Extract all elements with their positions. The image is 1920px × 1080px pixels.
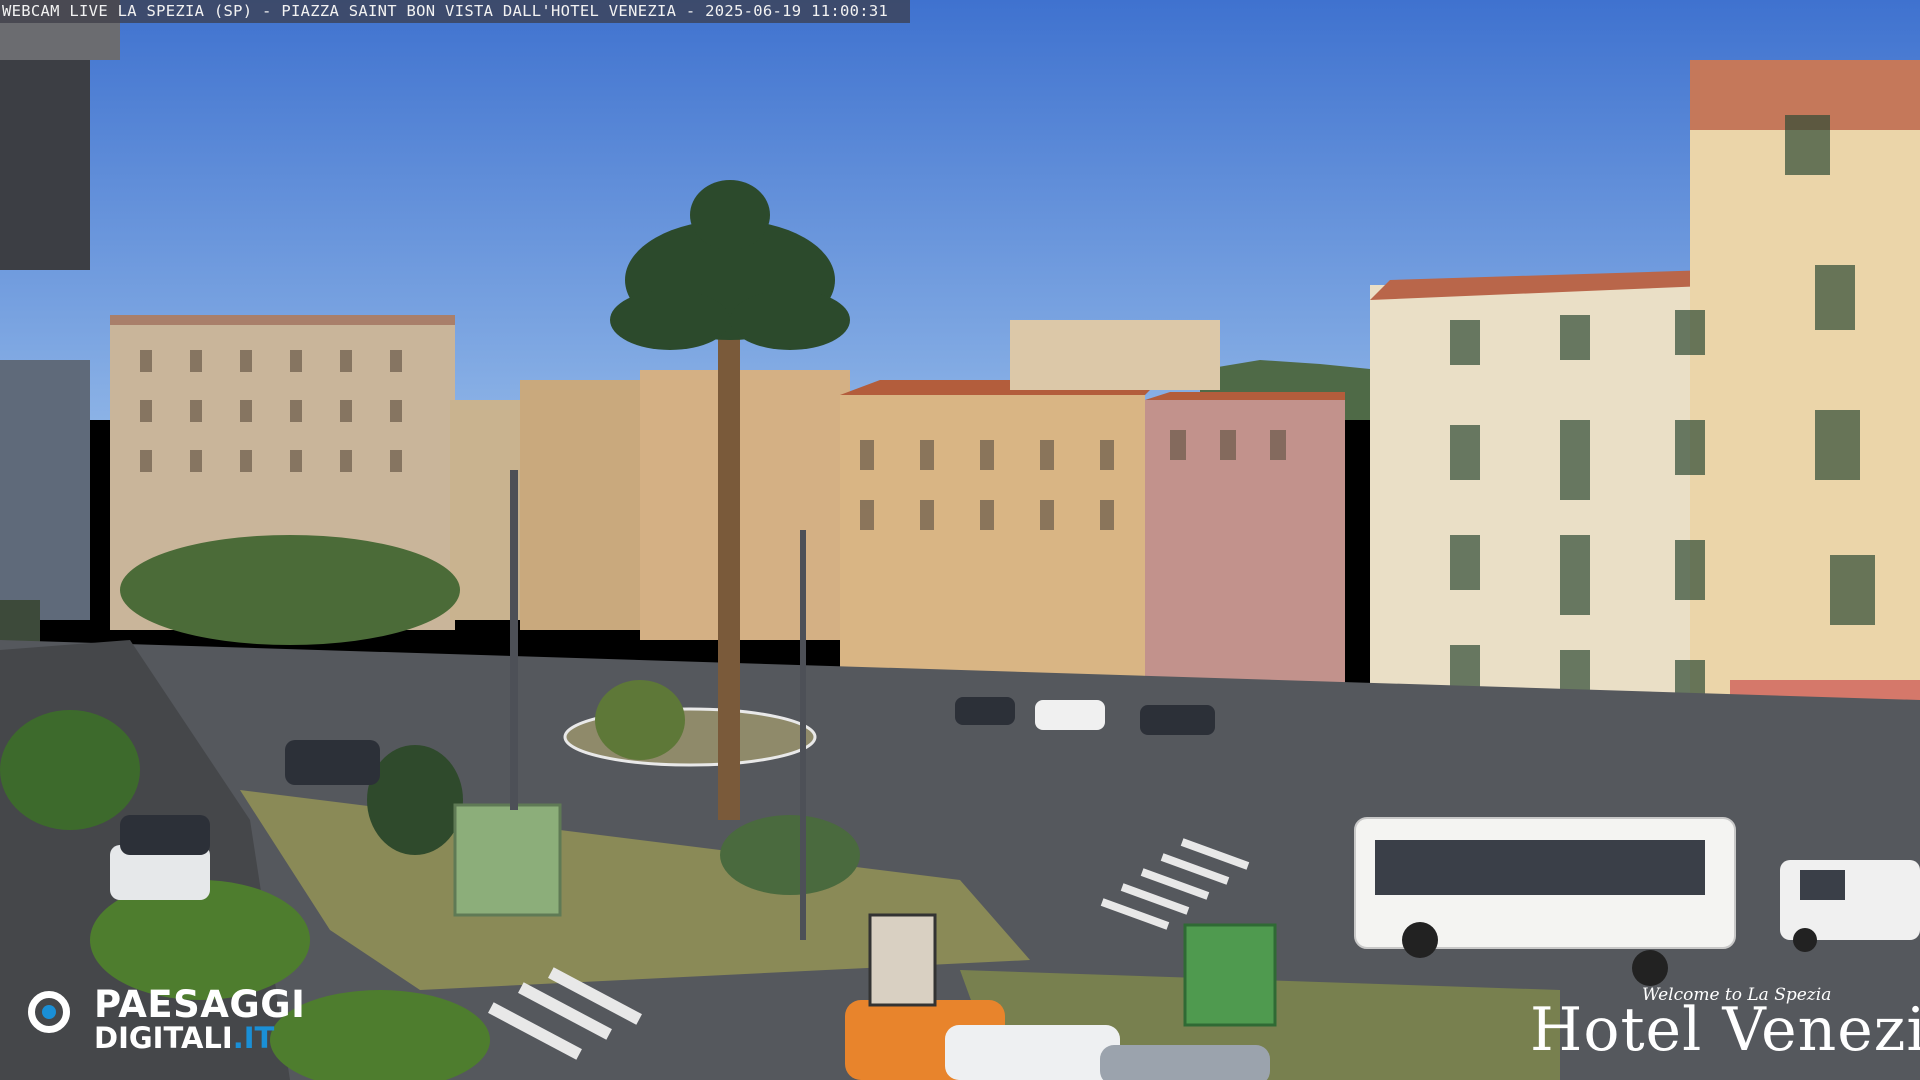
pole-left [510,470,518,810]
paesaggi-logo-line1: PAESAGGI [94,983,306,1026]
car-white-bottom [945,1025,1120,1080]
hotel-name-text: Hotel Venezia [1530,995,1920,1065]
car-grey-bottom [1100,1045,1270,1080]
tree-right-small [595,680,685,760]
building-mid-far [450,400,520,620]
building-mid-2 [640,370,850,640]
paesaggi-digitali-logo: PAESAGGI DIGITALI.IT [26,985,346,1055]
lamp-pole [800,530,806,940]
car-dark-left2 [120,815,210,855]
roof-pink [1145,392,1345,400]
car-dark-left [285,740,380,785]
paesaggi-logo-icon [28,991,70,1033]
webcam-scene [0,0,1920,1080]
car-white-mid [1035,700,1105,730]
green-bin-right [1183,923,1277,1027]
ad-board [868,913,937,1007]
car-dark-right [1140,705,1215,735]
car-dark-mid [955,697,1015,725]
building-mid [520,380,640,630]
paesaggi-logo-line2: DIGITALI.IT [94,1021,275,1055]
green-kiosk-left [453,803,562,917]
van-white [1780,860,1920,952]
trees-left [120,535,460,645]
building-top [1010,320,1220,390]
small-palm [367,745,463,855]
webcam-frame: WEBCAM LIVE LA SPEZIA (SP) - PIAZZA SAIN… [0,0,1920,1080]
hotel-venezia-logo: Welcome to La Spezia Hotel Venezia [1530,985,1920,1065]
webcam-caption: WEBCAM LIVE LA SPEZIA (SP) - PIAZZA SAIN… [0,0,911,23]
palm-bush [720,815,860,895]
bush-left [0,710,140,830]
